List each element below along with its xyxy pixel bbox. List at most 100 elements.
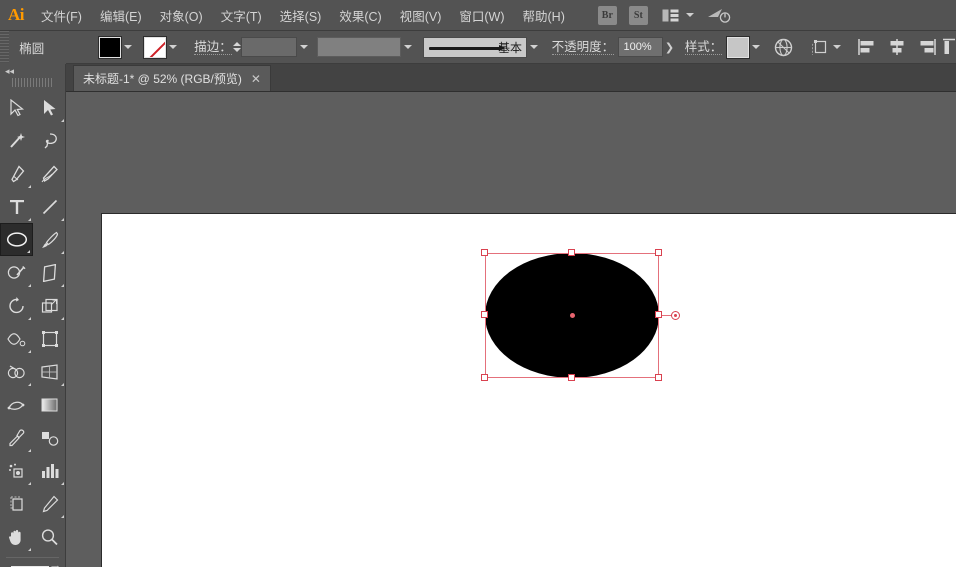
live-shape-widget-handle[interactable] <box>671 311 680 320</box>
handle-bottom-center[interactable] <box>568 374 575 381</box>
illustrator-window: Ai 文件(F) 编辑(E) 对象(O) 文字(T) 选择(S) 效果(C) 视… <box>0 0 956 567</box>
tools-panel-grip[interactable] <box>12 78 53 87</box>
brush-definition-select[interactable]: 基本 <box>423 36 528 58</box>
handle-bottom-left[interactable] <box>481 374 488 381</box>
tool-symbol-sprayer[interactable] <box>0 454 33 487</box>
handle-top-right[interactable] <box>655 249 662 256</box>
variable-width-profile-select[interactable] <box>317 37 402 57</box>
opacity-chevron-right-icon[interactable]: ❯ <box>663 37 676 57</box>
stroke-weight-stepper[interactable] <box>232 37 242 57</box>
graphic-style-swatch[interactable] <box>726 36 749 58</box>
performance-icon[interactable] <box>706 4 732 26</box>
tool-scale[interactable] <box>33 289 66 322</box>
tool-magic-wand[interactable] <box>0 124 33 157</box>
handle-top-center[interactable] <box>568 249 575 256</box>
menu-object[interactable]: 对象(O) <box>151 0 212 31</box>
brush-stroke-preview-icon <box>429 44 507 51</box>
tool-perspective-grid[interactable] <box>33 355 66 388</box>
fill-color-swatch[interactable] <box>99 36 122 58</box>
center-anchor-point <box>570 313 575 318</box>
brush-definition-label: 基本 <box>498 40 523 55</box>
tool-shaper[interactable] <box>0 256 33 289</box>
tool-type[interactable] <box>0 190 33 223</box>
tools-panel: ◂◂ <box>0 64 66 567</box>
handle-top-left[interactable] <box>481 249 488 256</box>
tool-corner-icon <box>61 218 64 221</box>
tool-ellipse[interactable] <box>0 223 33 256</box>
stroke-color-swatch[interactable] <box>144 36 167 58</box>
menu-bar: Ai 文件(F) 编辑(E) 对象(O) 文字(T) 选择(S) 效果(C) 视… <box>0 0 956 31</box>
stroke-weight-chevron-down-icon[interactable] <box>298 37 310 58</box>
tool-slice[interactable] <box>33 487 66 520</box>
tool-corner-icon <box>61 251 64 254</box>
menu-select[interactable]: 选择(S) <box>271 0 331 31</box>
tool-eyedropper[interactable] <box>0 421 33 454</box>
tool-eraser[interactable] <box>33 256 66 289</box>
tool-corner-icon <box>61 515 64 518</box>
tool-rotate[interactable] <box>0 289 33 322</box>
tool-corner-icon <box>61 482 64 485</box>
menu-help[interactable]: 帮助(H) <box>514 0 574 31</box>
arrange-chevron-down-icon[interactable] <box>685 13 694 17</box>
menu-file[interactable]: 文件(F) <box>32 0 91 31</box>
tool-direct-selection[interactable] <box>33 91 66 124</box>
handle-middle-right[interactable] <box>655 311 662 318</box>
object-type-label: 椭圆 <box>19 41 45 56</box>
fill-chevron-down-icon[interactable] <box>122 37 134 58</box>
style-chevron-down-icon[interactable] <box>750 37 762 58</box>
handle-bottom-right[interactable] <box>655 374 662 381</box>
transform-chevron-down-icon[interactable] <box>832 45 841 49</box>
tool-free-transform[interactable] <box>33 322 66 355</box>
menu-type[interactable]: 文字(T) <box>212 0 271 31</box>
tool-curvature[interactable] <box>33 157 66 190</box>
tool-blend[interactable] <box>33 421 66 454</box>
tool-pen[interactable] <box>0 157 33 190</box>
tool-width[interactable] <box>0 322 33 355</box>
document-tab-bar: 未标题-1* @ 52% (RGB/预览) ✕ <box>0 63 956 92</box>
tool-corner-icon <box>61 317 64 320</box>
tool-gradient[interactable] <box>33 388 66 421</box>
tool-mesh[interactable] <box>0 388 33 421</box>
style-label: 样式： <box>684 39 723 55</box>
tool-hand[interactable] <box>0 520 33 553</box>
bridge-button[interactable]: Br <box>597 5 617 25</box>
align-center-horizontal-icon[interactable] <box>887 38 907 56</box>
tool-line-segment[interactable] <box>33 190 66 223</box>
selected-object-group <box>481 249 680 381</box>
align-top-icon[interactable] <box>942 38 956 56</box>
opacity-label: 不透明度： <box>551 39 615 55</box>
tool-column-graph[interactable] <box>33 454 66 487</box>
arrange-documents-icon[interactable] <box>660 5 682 25</box>
stroke-chevron-down-icon[interactable] <box>167 37 179 58</box>
tool-shape-builder[interactable] <box>0 355 33 388</box>
tool-lasso[interactable] <box>33 124 66 157</box>
stroke-weight-input[interactable] <box>241 37 297 57</box>
recolor-artwork-icon[interactable] <box>774 38 793 57</box>
stroke-weight-label: 描边： <box>194 39 232 55</box>
transform-panel-icon[interactable] <box>811 38 829 56</box>
profile-chevron-down-icon[interactable] <box>402 37 414 58</box>
close-icon[interactable]: ✕ <box>251 73 261 85</box>
tool-corner-icon <box>28 284 31 287</box>
collapse-panel-icon[interactable]: ◂◂ <box>0 64 65 78</box>
stock-button[interactable]: St <box>628 5 648 25</box>
align-right-icon[interactable] <box>917 38 937 56</box>
control-bar-grip[interactable] <box>0 30 9 64</box>
tool-corner-icon <box>28 218 31 221</box>
tool-selection[interactable] <box>0 91 33 124</box>
tool-zoom[interactable] <box>33 520 66 553</box>
control-bar: 椭圆 描边： 基本 不透明度： 100% ❯ 样式： <box>0 30 956 64</box>
tool-corner-icon <box>28 449 31 452</box>
app-logo-icon: Ai <box>8 5 25 24</box>
brush-chevron-down-icon[interactable] <box>528 37 540 58</box>
tool-paintbrush[interactable] <box>33 223 66 256</box>
menu-effect[interactable]: 效果(C) <box>330 0 390 31</box>
handle-middle-left[interactable] <box>481 311 488 318</box>
document-tab[interactable]: 未标题-1* @ 52% (RGB/预览) ✕ <box>73 65 271 91</box>
opacity-input[interactable]: 100% <box>618 37 663 57</box>
menu-view[interactable]: 视图(V) <box>391 0 451 31</box>
menu-window[interactable]: 窗口(W) <box>450 0 513 31</box>
align-left-icon[interactable] <box>857 38 877 56</box>
tool-artboard[interactable] <box>0 487 33 520</box>
menu-edit[interactable]: 编辑(E) <box>91 0 151 31</box>
